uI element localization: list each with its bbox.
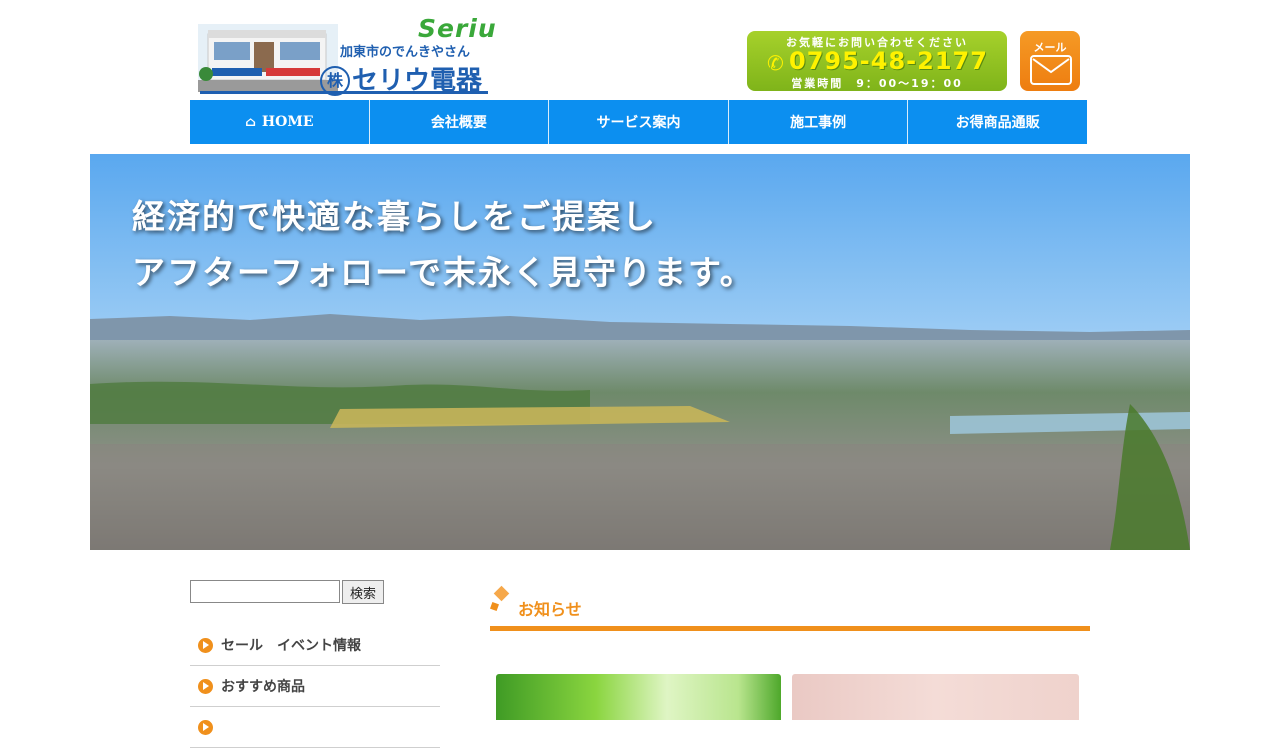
envelope-icon — [1030, 55, 1072, 85]
hero-headline-2: アフターフォローで末永く見守ります。 — [132, 253, 755, 292]
sidebar-item-label: セール イベント情報 — [221, 638, 361, 654]
phone-number: 0795-48-2177 — [789, 47, 988, 75]
search-input[interactable] — [190, 580, 340, 603]
nav-services-label: サービス案内 — [596, 115, 681, 131]
diamond-icon — [493, 585, 510, 602]
hero-banner: 経済的で快適な暮らしをご提案し アフターフォローで末永く見守ります。 — [90, 154, 1190, 550]
play-circle-icon — [198, 678, 213, 694]
news-thumbnail-1[interactable] — [496, 674, 781, 720]
nav-shop-label: お得商品通販 — [955, 115, 1040, 131]
nav-home[interactable]: ⌂ HOME — [190, 100, 370, 144]
site-logo[interactable]: Seriu 加東市のでんきやさん 株セリウ電器 — [196, 14, 496, 96]
nav-shop[interactable]: お得商品通販 — [908, 100, 1087, 144]
sidebar-menu: セール イベント情報 おすすめ商品 — [190, 625, 440, 748]
main-nav: ⌂ HOME 会社概要 サービス案内 施工事例 お得商品通販 — [190, 100, 1087, 144]
home-icon: ⌂ — [245, 114, 256, 130]
news-thumbnail-2[interactable] — [792, 674, 1079, 720]
nav-home-label: HOME — [261, 114, 314, 130]
logo-underline — [200, 91, 488, 94]
play-circle-icon — [198, 637, 213, 653]
nav-works-label: 施工事例 — [790, 115, 847, 131]
business-hours: 営業時間 9：00～19：00 — [791, 77, 963, 90]
news-section-header: お知らせ — [490, 584, 1090, 632]
sidebar-item-recommended[interactable]: おすすめ商品 — [190, 666, 440, 707]
play-circle-icon — [198, 719, 213, 735]
nav-works[interactable]: 施工事例 — [728, 100, 909, 144]
logo-brand: Seriu — [418, 14, 497, 43]
nav-company[interactable]: 会社概要 — [369, 100, 550, 144]
news-title: お知らせ — [518, 600, 582, 619]
hero-headline-1: 経済的で快適な暮らしをご提案し — [132, 197, 657, 236]
sidebar-item-third[interactable] — [190, 707, 440, 748]
phone-icon: ✆ — [767, 51, 784, 75]
news-divider — [490, 626, 1090, 631]
nav-services[interactable]: サービス案内 — [549, 100, 729, 144]
nav-company-label: 会社概要 — [430, 115, 487, 131]
phone-contact-banner[interactable]: お気軽にお問い合わせください ✆ 0795-48-2177 営業時間 9：00～… — [747, 31, 1007, 91]
storefront-photo — [198, 24, 338, 92]
search-button[interactable]: 検索 — [342, 580, 384, 604]
logo-tagline: 加東市のでんきやさん — [340, 45, 471, 60]
diamond-small-icon — [490, 602, 499, 611]
sidebar-item-label: おすすめ商品 — [221, 679, 305, 695]
mail-button[interactable]: メール — [1020, 31, 1080, 91]
mail-label: メール — [1033, 41, 1067, 54]
sidebar-item-sale-events[interactable]: セール イベント情報 — [190, 625, 440, 666]
